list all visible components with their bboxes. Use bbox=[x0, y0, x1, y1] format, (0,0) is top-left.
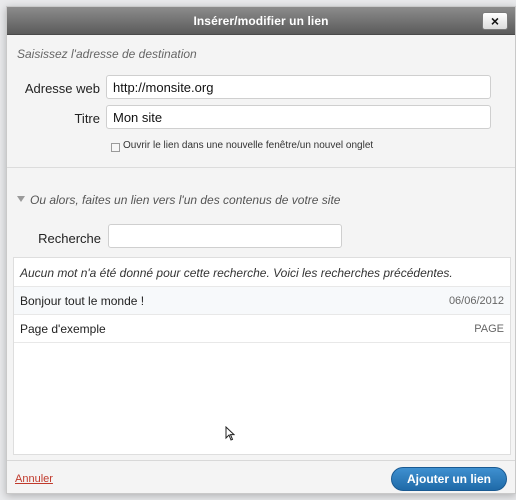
internal-link-toggle-text: Ou alors, faites un lien vers l'un des c… bbox=[30, 193, 341, 207]
url-input[interactable] bbox=[106, 75, 491, 99]
new-tab-checkbox[interactable] bbox=[111, 143, 120, 152]
search-input[interactable] bbox=[108, 224, 342, 248]
mouse-pointer-icon bbox=[225, 426, 235, 441]
cancel-link[interactable]: Annuler bbox=[15, 473, 53, 485]
section-divider bbox=[7, 167, 515, 168]
dialog-title-bar: Insérer/modifier un lien × bbox=[7, 7, 515, 35]
triangle-down-icon bbox=[17, 196, 25, 202]
result-date: 06/06/2012 bbox=[448, 295, 504, 307]
title-label: Titre bbox=[74, 111, 100, 126]
dialog-title: Insérer/modifier un lien bbox=[193, 14, 329, 28]
search-label: Recherche bbox=[38, 231, 101, 246]
dialog-footer: Annuler Ajouter un lien bbox=[7, 460, 515, 493]
url-label: Adresse web bbox=[24, 81, 100, 96]
results-divider bbox=[14, 342, 510, 343]
result-type: PAGE bbox=[474, 323, 504, 335]
result-title: Page d'exemple bbox=[20, 322, 106, 336]
results-message: Aucun mot n'a été donné pour cette reche… bbox=[20, 266, 453, 280]
search-results-panel: Aucun mot n'a été donné pour cette reche… bbox=[13, 257, 511, 455]
add-link-button[interactable]: Ajouter un lien bbox=[391, 467, 507, 491]
destination-hint: Saisissez l'adresse de destination bbox=[17, 47, 197, 61]
result-item[interactable]: Bonjour tout le monde ! 06/06/2012 bbox=[14, 286, 510, 314]
new-tab-label: Ouvrir le lien dans une nouvelle fenêtre… bbox=[123, 140, 374, 151]
close-button[interactable]: × bbox=[482, 12, 508, 30]
result-title: Bonjour tout le monde ! bbox=[20, 294, 145, 308]
title-input[interactable] bbox=[106, 105, 491, 129]
insert-link-dialog: Insérer/modifier un lien × Saisissez l'a… bbox=[6, 6, 516, 494]
close-icon: × bbox=[490, 13, 500, 29]
result-item[interactable]: Page d'exemple PAGE bbox=[14, 314, 510, 342]
screen-background: Insérer/modifier un lien × Saisissez l'a… bbox=[0, 0, 516, 500]
